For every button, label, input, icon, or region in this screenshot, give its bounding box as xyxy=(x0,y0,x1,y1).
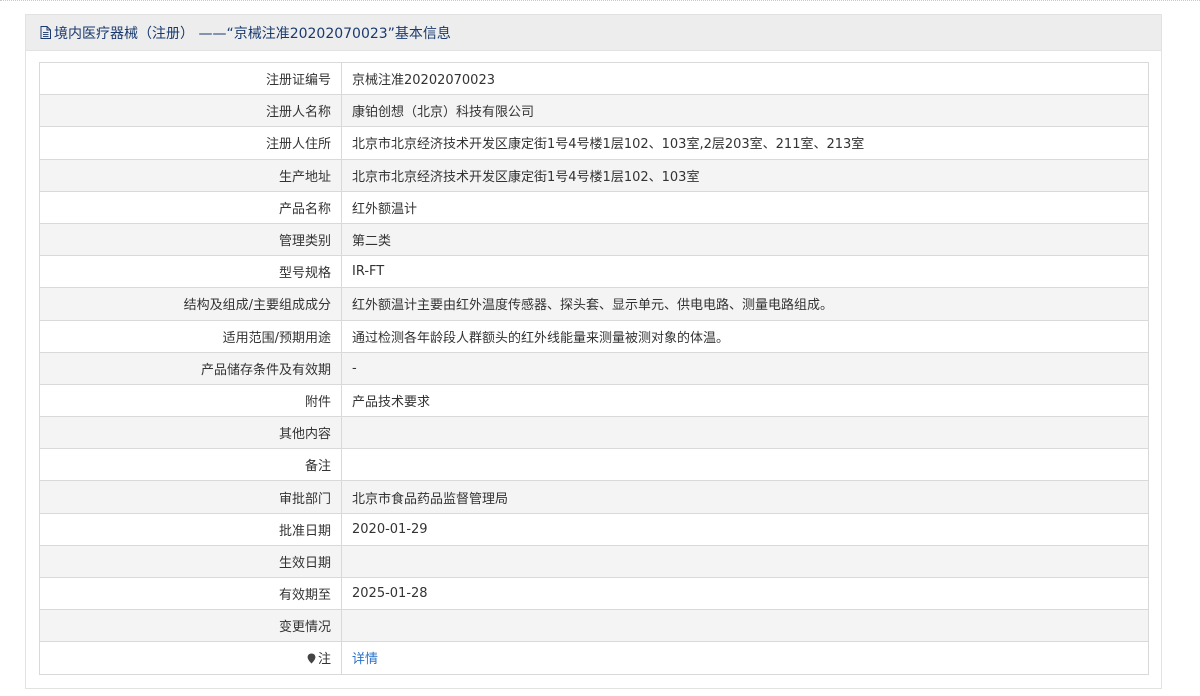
table-row: 其他内容 xyxy=(39,416,1149,450)
map-pin-icon xyxy=(307,653,316,664)
field-value xyxy=(341,448,1149,482)
table-row: 审批部门 北京市食品药品监督管理局 xyxy=(39,480,1149,514)
field-label: 注册人名称 xyxy=(39,94,342,128)
field-value: 红外额温计 xyxy=(341,190,1149,224)
table-row: 备注 xyxy=(39,448,1149,482)
table-row: 适用范围/预期用途 通过检测各年龄段人群额头的红外线能量来测量被测对象的体温。 xyxy=(39,319,1149,353)
table-row: 生产地址 北京市北京经济技术开发区康定街1号4号楼1层102、103室 xyxy=(39,158,1149,192)
table-row-note: 注 详情 xyxy=(39,641,1149,675)
field-value: 2020-01-29 xyxy=(341,512,1149,546)
table-row: 生效日期 xyxy=(39,544,1149,579)
field-value: IR-FT xyxy=(341,255,1149,289)
field-value: 产品技术要求 xyxy=(341,383,1149,418)
field-value: 红外额温计主要由红外温度传感器、探头套、显示单元、供电电路、测量电路组成。 xyxy=(341,287,1149,321)
table-row: 产品储存条件及有效期 - xyxy=(39,351,1149,385)
field-value: 北京市北京经济技术开发区康定街1号4号楼1层102、103室 xyxy=(341,158,1149,192)
field-label: 产品名称 xyxy=(39,190,342,224)
field-value: - xyxy=(341,351,1149,385)
field-label: 适用范围/预期用途 xyxy=(39,319,342,353)
page-title: 境内医疗器械（注册） ——“京械注准20202070023”基本信息 xyxy=(54,25,451,42)
basic-info-panel: 境内医疗器械（注册） ——“京械注准20202070023”基本信息 注册证编号… xyxy=(25,14,1162,689)
field-label: 有效期至 xyxy=(39,576,342,611)
note-label-cell: 注 xyxy=(39,641,342,675)
table-row: 结构及组成/主要组成成分 红外额温计主要由红外温度传感器、探头套、显示单元、供电电… xyxy=(39,287,1149,321)
field-label: 产品储存条件及有效期 xyxy=(39,351,342,385)
table-row: 附件 产品技术要求 xyxy=(39,383,1149,418)
note-value-cell: 详情 xyxy=(341,641,1149,675)
field-label: 注册人住所 xyxy=(39,126,342,160)
field-label: 型号规格 xyxy=(39,255,342,289)
field-label: 生效日期 xyxy=(39,544,342,579)
document-icon xyxy=(40,26,51,39)
table-row: 管理类别 第二类 xyxy=(39,222,1149,257)
field-label: 批准日期 xyxy=(39,512,342,546)
field-value xyxy=(341,544,1149,579)
field-label: 注册证编号 xyxy=(39,61,342,96)
field-value: 北京市食品药品监督管理局 xyxy=(341,480,1149,514)
details-link[interactable]: 详情 xyxy=(352,652,378,667)
field-label: 其他内容 xyxy=(39,416,342,450)
field-value: 通过检测各年龄段人群额头的红外线能量来测量被测对象的体温。 xyxy=(341,319,1149,353)
field-label: 管理类别 xyxy=(39,222,342,257)
table-row: 注册人名称 康铂创想（北京）科技有限公司 xyxy=(39,94,1149,128)
field-value: 2025-01-28 xyxy=(341,576,1149,611)
field-label: 审批部门 xyxy=(39,480,342,514)
field-value xyxy=(341,609,1149,643)
table-row: 变更情况 xyxy=(39,609,1149,643)
info-table: 注册证编号 京械注准20202070023 注册人名称 康铂创想（北京）科技有限公司注… xyxy=(39,61,1149,675)
field-value: 北京市北京经济技术开发区康定街1号4号楼1层102、103室,2层203室、21… xyxy=(341,126,1149,160)
note-label: 注 xyxy=(317,652,331,668)
panel-header: 境内医疗器械（注册） ——“京械注准20202070023”基本信息 xyxy=(26,15,1161,51)
top-dotted-rule xyxy=(0,0,1200,2)
field-label: 备注 xyxy=(39,448,342,482)
table-row: 有效期至 2025-01-28 xyxy=(39,576,1149,611)
field-value: 康铂创想（北京）科技有限公司 xyxy=(341,94,1149,128)
field-label: 变更情况 xyxy=(39,609,342,643)
table-row: 产品名称 红外额温计 xyxy=(39,190,1149,224)
field-value: 第二类 xyxy=(341,222,1149,257)
field-label: 结构及组成/主要组成成分 xyxy=(39,287,342,321)
field-value: 京械注准20202070023 xyxy=(341,61,1149,96)
table-row: 型号规格 IR-FT xyxy=(39,255,1149,289)
table-row: 批准日期 2020-01-29 xyxy=(39,512,1149,546)
table-row: 注册证编号 京械注准20202070023 xyxy=(39,61,1149,96)
table-row: 注册人住所 北京市北京经济技术开发区康定街1号4号楼1层102、103室,2层20… xyxy=(39,126,1149,160)
field-label: 附件 xyxy=(39,383,342,418)
field-label: 生产地址 xyxy=(39,158,342,192)
field-value xyxy=(341,416,1149,450)
